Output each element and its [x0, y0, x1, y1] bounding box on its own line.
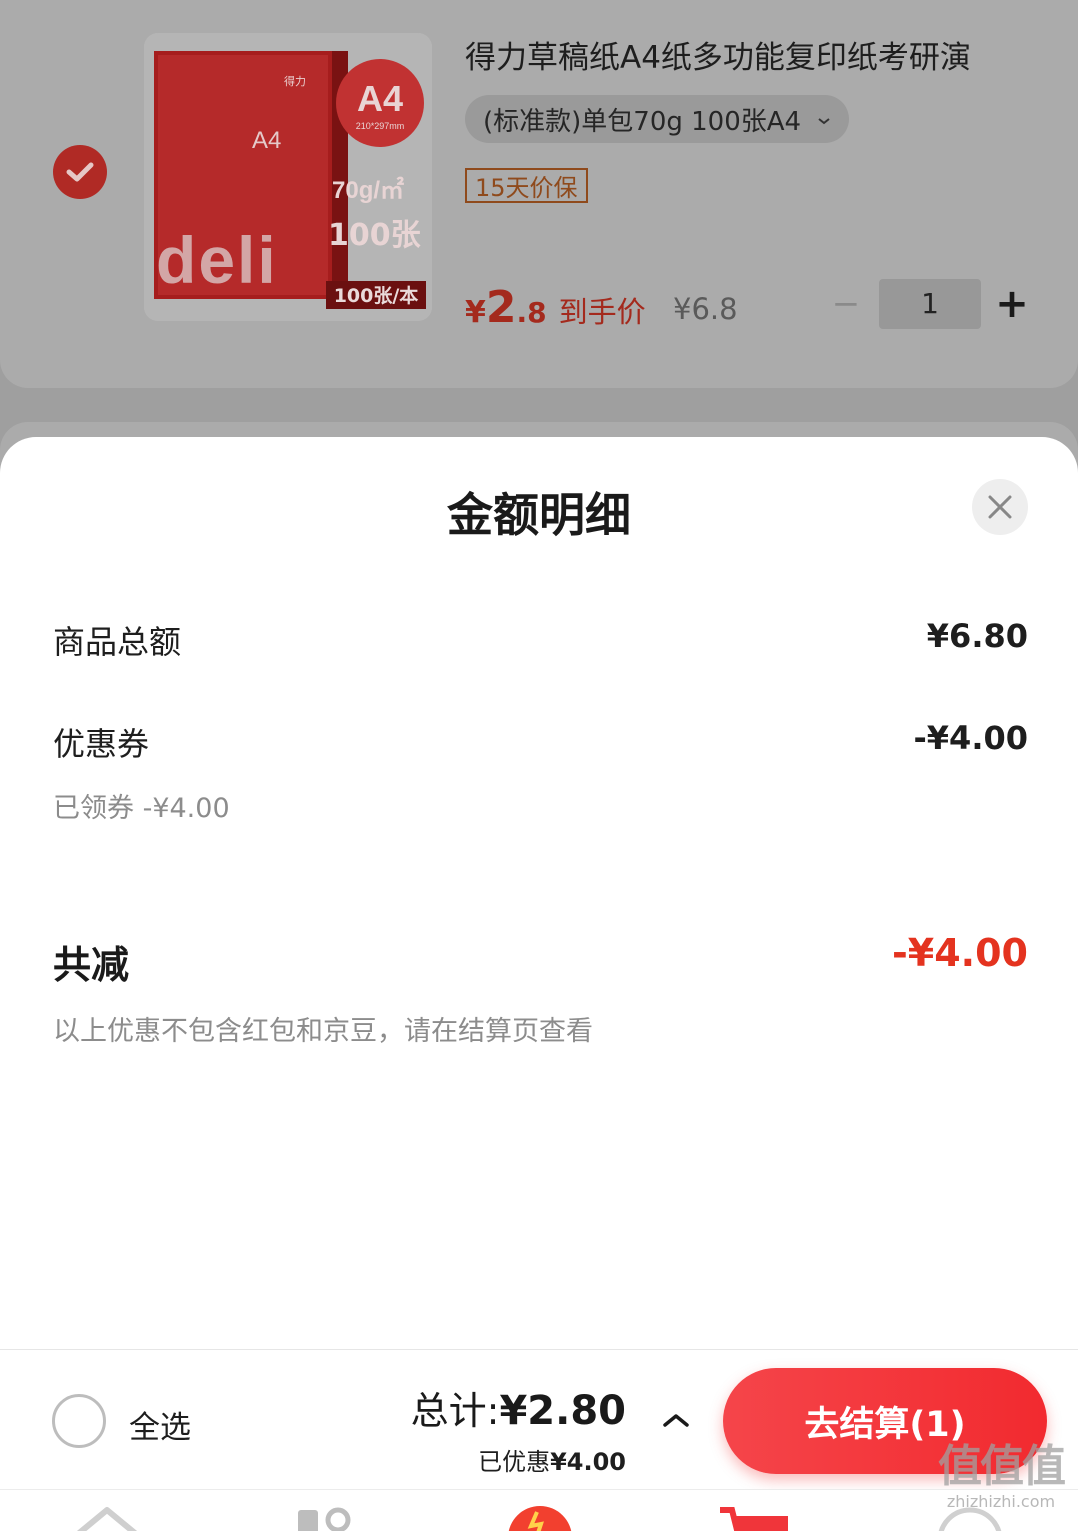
cart-icon[interactable]	[718, 1504, 790, 1531]
total-price: 总计: ¥2.80	[411, 1380, 626, 1435]
price-integer: 2	[485, 282, 517, 333]
sku-selector[interactable]: (标准款)单包70g 100张A4	[465, 95, 850, 143]
tab-bar	[0, 1489, 1078, 1531]
image-count: 100张	[328, 218, 421, 253]
sku-label: (标准款)单包70g 100张A4	[483, 106, 802, 137]
watermark-logo: 值值值	[938, 1441, 1066, 1492]
promo-icon[interactable]	[505, 1504, 575, 1531]
price-tag-label: 到手价	[558, 295, 646, 329]
image-brand-cn: 得力	[284, 75, 306, 88]
coupon-detail: 已领券 -¥4.00	[53, 793, 230, 824]
total-label: 总计:	[410, 1389, 500, 1433]
home-icon[interactable]	[72, 1504, 142, 1531]
details-toggle[interactable]	[658, 1402, 694, 1438]
image-size-dims: 210*297mm	[356, 121, 405, 131]
amount-detail-sheet: 金额明细 商品总额 ¥6.80 优惠券 -¥4.00 已领券 -¥4.00 共减…	[0, 437, 1078, 1349]
quantity-increase-button[interactable]: +	[992, 280, 1032, 328]
quantity-input[interactable]: 1	[879, 279, 981, 329]
discount-note: 以上优惠不包含红包和京豆，请在结算页查看	[53, 1016, 593, 1047]
site-watermark: 值值值 zhizhizhi.com	[926, 1442, 1076, 1526]
item-checkbox[interactable]	[53, 145, 107, 199]
original-price: ¥6.8	[673, 292, 738, 326]
chevron-up-icon	[663, 1414, 689, 1427]
product-image[interactable]: A4 210*297mm 得力 A4 70g/㎡ 100张 100张/本 del…	[144, 33, 432, 321]
saved-amount: 已优惠¥4.00	[478, 1442, 626, 1477]
price-decimal: .8	[516, 296, 547, 329]
quantity-decrease-button[interactable]: −	[826, 282, 866, 326]
settlement-bar: 全选 总计: ¥2.80 已优惠¥4.00 去结算(1)	[0, 1349, 1078, 1489]
price-currency: ¥	[465, 295, 486, 330]
total-amount: ¥2.80	[499, 1388, 626, 1434]
image-weight: 70g/㎡	[332, 176, 404, 204]
item-title[interactable]: 得力草稿纸A4纸多功能复印纸考研演	[465, 32, 1025, 77]
item-price: ¥ 2 .8 到手价	[465, 282, 646, 333]
cart-background: A4 210*297mm 得力 A4 70g/㎡ 100张 100张/本 del…	[0, 0, 1078, 482]
close-button[interactable]	[972, 479, 1028, 535]
close-icon	[988, 495, 1012, 519]
watermark-url: zhizhizhi.com	[946, 1492, 1056, 1511]
sheet-title: 金额明细	[447, 488, 631, 542]
select-all-radio[interactable]	[52, 1394, 106, 1448]
cart-item-card: A4 210*297mm 得力 A4 70g/㎡ 100张 100张/本 del…	[0, 0, 1078, 388]
image-brand-logo: deli	[156, 223, 278, 297]
price-protect-badge: 15天价保	[465, 168, 588, 203]
checkmark-icon	[66, 162, 94, 182]
category-icon[interactable]	[296, 1504, 356, 1531]
image-size-label: A4	[357, 78, 403, 119]
goods-total-value: ¥6.80	[926, 617, 1028, 655]
chevron-down-icon	[817, 107, 831, 131]
image-inner-label: A4	[252, 127, 281, 154]
saved-value: ¥4.00	[550, 1448, 626, 1476]
goods-total-label: 商品总额	[53, 623, 182, 661]
select-all-label[interactable]: 全选	[129, 1402, 191, 1447]
image-count-pack: 100张/本	[334, 284, 419, 307]
total-reduction-value: -¥4.00	[892, 931, 1028, 975]
coupon-value: -¥4.00	[913, 719, 1029, 757]
total-reduction-label: 共减	[53, 943, 130, 987]
coupon-label: 优惠券	[53, 725, 150, 763]
saved-label: 已优惠	[478, 1448, 551, 1476]
